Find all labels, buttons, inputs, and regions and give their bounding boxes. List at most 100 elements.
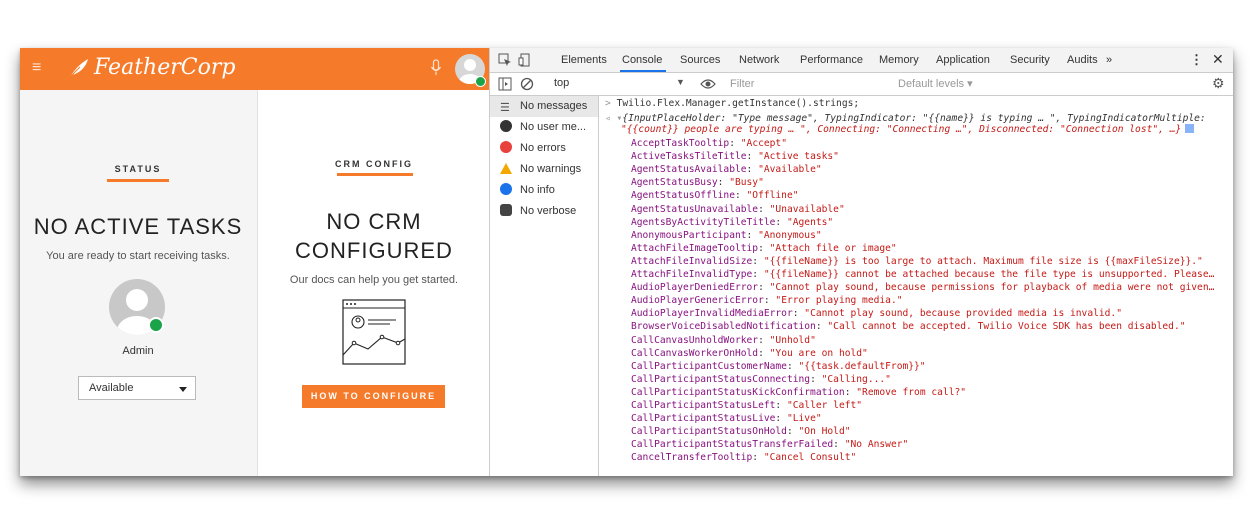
property-separator: : bbox=[833, 439, 845, 451]
more-tabs-button[interactable]: » bbox=[1106, 54, 1112, 66]
console-output: > Twilio.Flex.Manager.getInstance().stri… bbox=[599, 96, 1233, 476]
filter-input[interactable]: Filter bbox=[726, 76, 890, 92]
property-key: AudioPlayerDeniedError bbox=[631, 282, 759, 294]
agent-name: Admin bbox=[122, 345, 154, 357]
property-value: "Busy" bbox=[729, 177, 764, 189]
close-devtools-icon[interactable]: ✕ bbox=[1212, 51, 1224, 68]
property-separator: : bbox=[792, 308, 805, 320]
bug-icon bbox=[500, 204, 512, 216]
property-value: "Accept" bbox=[740, 138, 787, 149]
flex-header: ≡ FeatherCorp bbox=[20, 48, 489, 90]
inspect-element-icon[interactable] bbox=[498, 53, 512, 67]
property-value: "Calling..." bbox=[821, 373, 891, 385]
device-toolbar-icon[interactable] bbox=[518, 53, 532, 67]
property-row: CallParticipantStatusLive: "Live" bbox=[631, 412, 822, 425]
property-key: AgentStatusOffline bbox=[631, 190, 735, 202]
property-key: CallCanvasUnholdWorker bbox=[631, 334, 759, 346]
settings-gear-icon[interactable]: ⚙ bbox=[1212, 75, 1225, 92]
how-to-configure-button[interactable]: HOW TO CONFIGURE bbox=[302, 385, 445, 408]
sidebar-item-warnings[interactable]: No warnings bbox=[500, 159, 581, 179]
info-icon bbox=[500, 183, 512, 195]
property-value: "Unavailable" bbox=[769, 203, 845, 215]
tab-memory[interactable]: Memory bbox=[879, 54, 919, 66]
property-row: AgentStatusBusy: "Busy" bbox=[631, 176, 764, 189]
property-value: "Unhold" bbox=[769, 334, 816, 346]
property-key: AttachFileImageTooltip bbox=[631, 242, 759, 254]
default-levels-select[interactable]: Default levels ▾ bbox=[898, 77, 973, 90]
app-window: ≡ FeatherCorp STATUS NO ACTIVE TASKS You… bbox=[20, 48, 1233, 476]
more-options-icon[interactable]: ⋮ bbox=[1190, 52, 1203, 68]
property-key: CallParticipantStatusLeft bbox=[631, 400, 776, 411]
property-row: AgentStatusOffline: "Offline" bbox=[631, 189, 799, 202]
property-row: AgentStatusUnavailable: "Unavailable" bbox=[631, 203, 845, 216]
tab-network[interactable]: Network bbox=[739, 54, 779, 66]
devtools-panel: Elements Console Sources Network Perform… bbox=[489, 48, 1233, 476]
property-separator: : bbox=[758, 347, 770, 359]
warning-icon bbox=[500, 163, 512, 174]
property-key: AgentStatusBusy bbox=[631, 177, 718, 189]
sidebar-item-messages[interactable]: ☰ No messages bbox=[500, 96, 587, 116]
property-row: CancelTransferTooltip: "Cancel Consult" bbox=[631, 451, 856, 464]
context-select[interactable]: top bbox=[554, 77, 569, 89]
property-separator: : bbox=[734, 190, 747, 202]
activity-select[interactable]: Available bbox=[78, 376, 196, 400]
clear-console-icon[interactable] bbox=[520, 77, 534, 91]
summary-text: "{{count}} people are typing … ", Connec… bbox=[621, 124, 1182, 135]
status-title: STATUS bbox=[114, 164, 162, 174]
property-row: AcceptTaskTooltip: "Accept" bbox=[631, 137, 787, 150]
hamburger-menu-icon[interactable]: ≡ bbox=[32, 60, 46, 76]
tab-application[interactable]: Application bbox=[936, 54, 990, 66]
property-key: CallParticipantStatusTransferFailed bbox=[631, 439, 834, 451]
crm-title: CRM CONFIG bbox=[335, 159, 413, 169]
property-separator: : bbox=[786, 426, 799, 438]
availability-dot bbox=[475, 76, 486, 87]
crm-panel: CRM CONFIG NO CRM CONFIGURED Our docs ca… bbox=[257, 90, 490, 476]
activity-value: Available bbox=[89, 382, 134, 394]
sidebar-toggle-icon[interactable] bbox=[498, 77, 512, 91]
property-key: CallCanvasWorkerOnHold bbox=[631, 347, 759, 359]
property-value: "Error playing media." bbox=[775, 295, 903, 307]
tab-audits[interactable]: Audits bbox=[1067, 54, 1098, 66]
property-row: AttachFileImageTooltip: "Attach file or … bbox=[631, 242, 897, 255]
result-summary-cont: "{{count}} people are typing … ", Connec… bbox=[621, 123, 1195, 136]
sidebar-item-verbose[interactable]: No verbose bbox=[500, 201, 576, 221]
devtools-tabbar: Elements Console Sources Network Perform… bbox=[490, 48, 1233, 73]
property-separator: : bbox=[746, 164, 759, 176]
property-separator: : bbox=[752, 269, 764, 280]
tab-sources[interactable]: Sources bbox=[680, 54, 720, 66]
property-value: "Active tasks" bbox=[758, 151, 839, 163]
flex-app: ≡ FeatherCorp STATUS NO ACTIVE TASKS You… bbox=[20, 48, 490, 476]
property-separator: : bbox=[815, 321, 828, 333]
property-separator: : bbox=[758, 203, 770, 215]
property-row: AnonymousParticipant: "Anonymous" bbox=[631, 229, 822, 242]
microphone-icon[interactable] bbox=[430, 59, 442, 77]
property-key: AgentStatusUnavailable bbox=[631, 203, 759, 215]
property-row: AttachFileInvalidType: "{{fileName}} can… bbox=[631, 268, 1214, 281]
property-key: AttachFileInvalidSize bbox=[631, 255, 753, 267]
eye-icon[interactable] bbox=[700, 78, 716, 90]
console-toolbar: top ▼ Filter Default levels ▾ ⚙ bbox=[490, 73, 1233, 96]
property-separator: : bbox=[758, 334, 770, 346]
property-value: "{{fileName}} is too large to attach. Ma… bbox=[763, 255, 1203, 267]
property-key: CallParticipantStatusConnecting bbox=[631, 373, 811, 385]
sidebar-item-user-messages[interactable]: No user me... bbox=[500, 117, 586, 137]
property-row: AudioPlayerGenericError: "Error playing … bbox=[631, 294, 903, 307]
tab-security[interactable]: Security bbox=[1010, 54, 1050, 66]
property-key: CallParticipantCustomerName bbox=[631, 360, 787, 372]
sidebar-item-label: No messages bbox=[520, 100, 588, 112]
context-dropdown-icon[interactable]: ▼ bbox=[676, 77, 685, 87]
sidebar-item-info[interactable]: No info bbox=[500, 180, 555, 200]
property-separator: : bbox=[763, 295, 776, 307]
tab-elements[interactable]: Elements bbox=[561, 54, 607, 66]
property-row: CallCanvasWorkerOnHold: "You are on hold… bbox=[631, 347, 868, 360]
property-separator: : bbox=[746, 229, 759, 241]
command-text: Twilio.Flex.Manager.getInstance().string… bbox=[616, 98, 860, 109]
tab-performance[interactable]: Performance bbox=[800, 54, 863, 66]
company-logo: FeatherCorp bbox=[68, 54, 235, 82]
property-row: ActiveTasksTileTitle: "Active tasks" bbox=[631, 150, 839, 163]
sidebar-item-errors[interactable]: No errors bbox=[500, 138, 566, 158]
property-separator: : bbox=[775, 400, 787, 411]
tab-console[interactable]: Console bbox=[622, 54, 662, 66]
sidebar-item-label: No verbose bbox=[520, 205, 577, 217]
property-key: AudioPlayerGenericError bbox=[631, 295, 764, 307]
